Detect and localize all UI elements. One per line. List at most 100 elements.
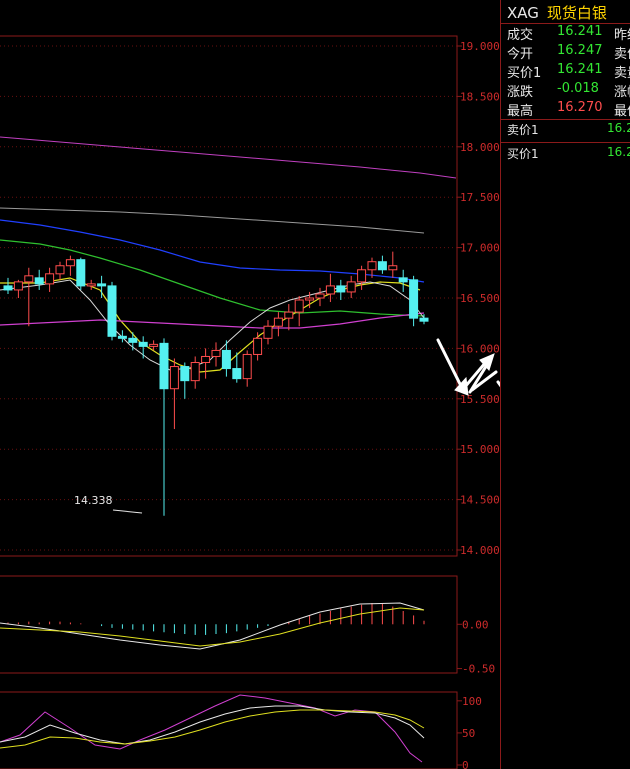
label-ask1: 卖价1 [507, 123, 539, 137]
label-high: 最高 [507, 104, 534, 119]
candle-body [367, 261, 377, 271]
candle-body [190, 362, 200, 382]
low-annotation-leader [112, 509, 143, 514]
candle-body [128, 337, 138, 343]
candle-body [86, 283, 96, 287]
label-prev-settle: 昨结 [614, 28, 630, 43]
candle-body [263, 325, 273, 339]
ma-line-magenta-top [0, 136, 457, 179]
candle-body [242, 353, 252, 380]
candle-body [419, 317, 429, 322]
candle-body [159, 342, 169, 390]
candle-body [211, 349, 221, 357]
candle-body [3, 285, 13, 291]
candle-body [169, 366, 179, 390]
price-grid [0, 45, 457, 551]
ask-row: 卖价1 16.2 [507, 121, 630, 141]
candlestick-series [3, 251, 429, 516]
price-tick-label: 18.500 [460, 90, 500, 103]
macd-histogram [7, 603, 425, 635]
label-ask-volume: 卖量 [614, 66, 630, 81]
label-open: 今开 [507, 47, 534, 62]
value-open: 16.247 [557, 43, 603, 58]
macd-panel-frame [0, 575, 458, 674]
candle-body [253, 337, 263, 355]
price-tick-label: 16.000 [460, 342, 500, 355]
kdj-tick-label: 50 [462, 727, 475, 740]
macd-tick-label: -0.50 [462, 663, 495, 676]
price-tick-label: 14.500 [460, 494, 500, 507]
candle-body [24, 275, 34, 283]
candle-body [34, 277, 44, 285]
kdj-axis: 100 50 0 [457, 695, 482, 769]
macd-tick-label: 0.00 [462, 618, 489, 631]
candle-body [180, 366, 190, 382]
candle-body [232, 368, 242, 380]
price-tick-label: 14.000 [460, 544, 500, 557]
candle-body [346, 281, 356, 293]
label-low: 最低 [614, 104, 630, 119]
candle-body [76, 259, 86, 287]
price-tick-label: 15.000 [460, 443, 500, 456]
ma-line-magenta [0, 312, 425, 329]
price-tick-label: 19.000 [460, 40, 500, 53]
candle-body [55, 265, 65, 275]
quote-row-bid: 买价1 16.241 卖量 [507, 62, 630, 82]
kdj-tick-label: 100 [462, 695, 482, 708]
label-bid1: 买价1 [507, 66, 542, 81]
macd-axis: 0.00 -0.50 [457, 618, 495, 676]
candle-body [13, 281, 23, 291]
value-bid1-depth: 16.2 [607, 145, 630, 159]
value-bid1: 16.241 [557, 62, 603, 77]
quote-divider [501, 119, 630, 120]
macd-dif-line [0, 602, 425, 650]
value-last: 16.241 [557, 24, 603, 39]
bid-row: 买价1 16.2 [507, 145, 630, 165]
main-panel-frame [0, 35, 458, 557]
candle-body [336, 285, 346, 293]
quote-panel: XAG 现货白银 成交 16.241 昨结 今开 16.247 卖价 买价1 16… [500, 0, 630, 769]
kdj-j-line [0, 694, 423, 763]
candle-body [65, 259, 75, 267]
price-tick-label: 17.000 [460, 242, 500, 255]
price-chart[interactable]: 19.000 18.500 18.000 17.500 17.000 16.500 16.0… [0, 0, 500, 769]
quote-row-last: 成交 16.241 昨结 [507, 24, 630, 44]
price-tick-label: 18.000 [460, 141, 500, 154]
candle-body [117, 335, 127, 339]
label-change-pct: 涨幅 [614, 85, 630, 100]
candle-body [138, 341, 148, 347]
label-bid1-depth: 买价1 [507, 147, 539, 161]
quote-row-open: 今开 16.247 卖价 [507, 43, 630, 63]
quote-divider [501, 142, 630, 143]
label-last: 成交 [507, 28, 534, 43]
quote-title: XAG 现货白银 [507, 2, 607, 23]
candle-body [388, 265, 398, 271]
candle-body [201, 355, 211, 364]
candle-body [315, 293, 325, 299]
candle-body [284, 311, 294, 319]
candle-body [377, 261, 387, 271]
label-change: 涨跌 [507, 85, 534, 100]
candle-body [107, 285, 117, 337]
price-tick-label: 16.500 [460, 292, 500, 305]
quote-row-change: 涨跌 -0.018 涨幅 [507, 81, 630, 101]
candle-body [273, 317, 283, 327]
candle-body [221, 349, 231, 370]
candle-body [45, 273, 55, 285]
symbol-name: 现货白银 [546, 4, 607, 22]
value-high: 16.270 [557, 100, 603, 115]
value-ask1: 16.2 [607, 121, 630, 135]
kdj-tick-label: 0 [462, 759, 469, 769]
price-tick-label: 17.500 [460, 191, 500, 204]
candle-body [409, 279, 419, 319]
label-ask: 卖价 [614, 47, 630, 62]
candle-body [294, 299, 304, 313]
quote-row-high: 最高 16.270 最低 [507, 100, 630, 120]
candle-body [97, 283, 107, 287]
macd-dea-line [0, 607, 425, 647]
candle-body [325, 285, 335, 295]
value-change: -0.018 [557, 81, 599, 96]
candle-body [149, 343, 159, 347]
candle-body [357, 269, 367, 283]
low-price-annotation: 14.338 [74, 494, 113, 507]
